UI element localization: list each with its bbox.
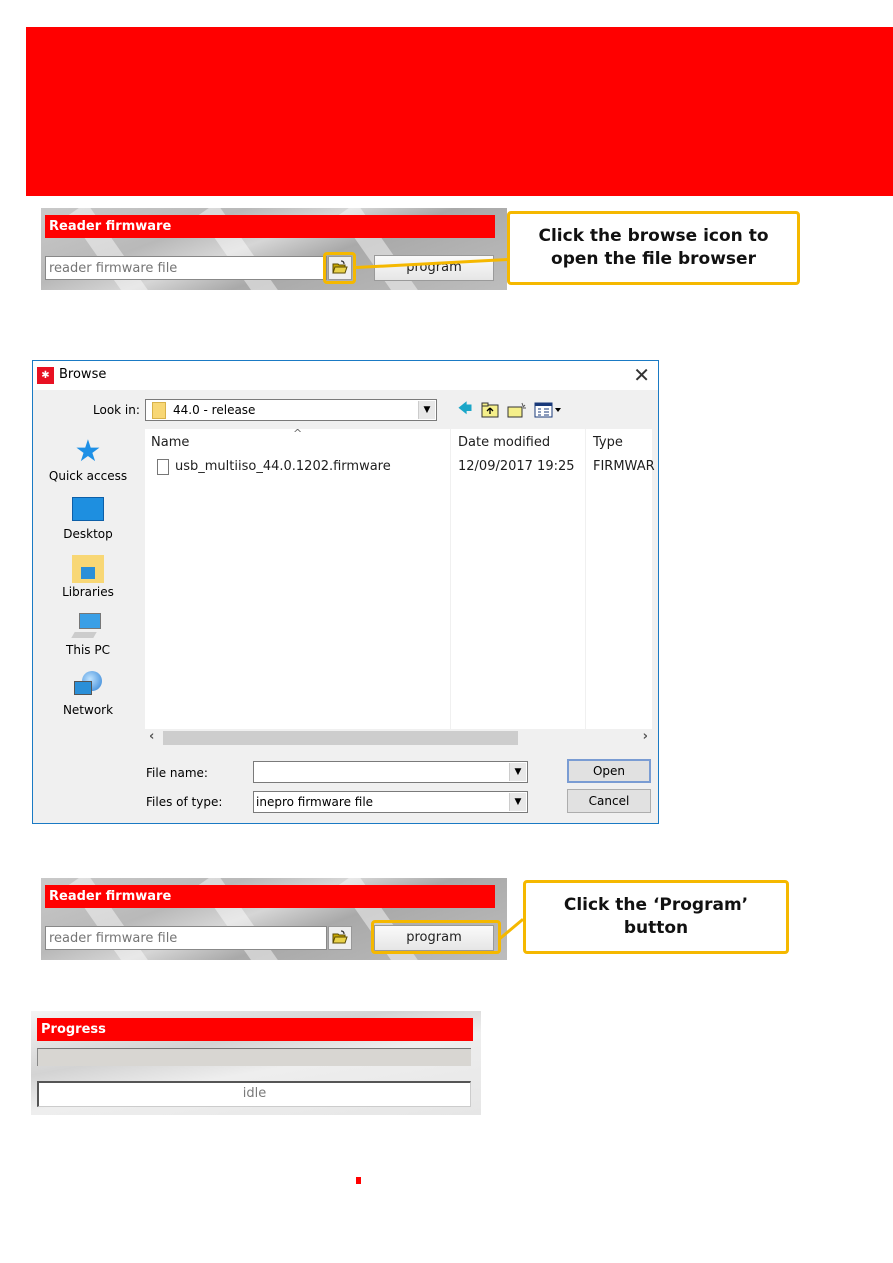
files-of-type-label: Files of type: bbox=[146, 795, 223, 809]
place-label: Network bbox=[62, 703, 114, 717]
place-network[interactable]: Network bbox=[33, 671, 143, 717]
file-name: usb_multiiso_44.0.1202.firmware bbox=[175, 459, 391, 474]
cancel-button[interactable]: Cancel bbox=[567, 789, 651, 813]
column-header-type[interactable]: Type bbox=[593, 435, 623, 450]
browse-dialog: ✱ Browse ✕ Look in: 44.0 - release ▼ 🡄 ★… bbox=[32, 360, 659, 824]
libraries-icon bbox=[72, 555, 104, 583]
file-list: ^ Name Date modified Type usb_multiiso_4… bbox=[145, 427, 655, 729]
callout-browse: Click the browse icon to open the file b… bbox=[507, 211, 800, 285]
column-header-name[interactable]: Name bbox=[151, 435, 189, 450]
callout-program: Click the ‘Program’ button bbox=[523, 880, 789, 954]
panel-title: Reader firmware bbox=[45, 215, 495, 238]
firmware-file-input[interactable] bbox=[45, 926, 327, 950]
sort-ascending-icon: ^ bbox=[293, 427, 303, 440]
place-this-pc[interactable]: This PC bbox=[33, 613, 143, 657]
place-label: Libraries bbox=[62, 585, 114, 599]
chevron-down-icon[interactable]: ▼ bbox=[509, 763, 526, 781]
progress-title: Progress bbox=[37, 1018, 473, 1041]
computer-icon bbox=[71, 613, 103, 641]
place-desktop[interactable]: Desktop bbox=[33, 497, 143, 541]
page-marker bbox=[356, 1177, 361, 1184]
look-in-label: Look in: bbox=[93, 403, 140, 417]
progress-status: idle bbox=[37, 1081, 471, 1107]
place-label: Quick access bbox=[48, 469, 128, 483]
scroll-left-icon[interactable]: ‹ bbox=[149, 729, 154, 744]
back-arrow-icon[interactable]: 🡄 bbox=[456, 401, 474, 419]
places-bar: ★ Quick access Desktop Libraries This PC bbox=[33, 431, 143, 731]
files-of-type-select[interactable]: inepro firmware file ▼ bbox=[253, 791, 528, 813]
star-icon: ★ bbox=[74, 434, 102, 469]
desktop-icon bbox=[72, 497, 104, 521]
folder-icon bbox=[152, 402, 166, 419]
progress-panel: Progress idle bbox=[31, 1011, 481, 1115]
callout-text-line1: Click the ‘Program’ bbox=[563, 895, 749, 915]
header-band bbox=[26, 27, 893, 196]
chevron-down-icon[interactable]: ▼ bbox=[509, 793, 526, 811]
column-header-date[interactable]: Date modified bbox=[458, 435, 550, 450]
place-libraries[interactable]: Libraries bbox=[33, 555, 143, 599]
open-button[interactable]: Open bbox=[567, 759, 651, 783]
dialog-titlebar: ✱ Browse ✕ bbox=[33, 361, 658, 390]
inepro-logo-icon: ✱ bbox=[37, 367, 54, 384]
browse-highlight bbox=[323, 252, 356, 284]
place-label: Desktop bbox=[63, 527, 113, 541]
reader-firmware-panel: Reader firmware program bbox=[41, 208, 507, 290]
new-folder-icon[interactable] bbox=[506, 401, 528, 419]
program-highlight bbox=[371, 920, 501, 954]
callout-text: Click the browse icon to open the file b… bbox=[538, 226, 769, 269]
scrollbar-thumb[interactable] bbox=[163, 731, 518, 745]
look-in-dropdown[interactable]: 44.0 - release ▼ bbox=[145, 399, 437, 421]
view-menu-icon[interactable] bbox=[533, 401, 563, 419]
network-icon bbox=[72, 671, 104, 701]
dialog-title: Browse bbox=[59, 367, 107, 382]
progress-bar bbox=[37, 1048, 471, 1066]
file-date: 12/09/2017 19:25 bbox=[458, 459, 575, 474]
chevron-down-icon[interactable]: ▼ bbox=[418, 401, 435, 419]
place-quick-access[interactable]: ★ Quick access bbox=[33, 434, 143, 484]
close-icon[interactable]: ✕ bbox=[633, 363, 650, 387]
open-folder-icon bbox=[332, 929, 348, 948]
panel-title: Reader firmware bbox=[45, 885, 495, 908]
callout-text-line2: button bbox=[623, 918, 689, 938]
browse-button[interactable] bbox=[328, 926, 352, 950]
firmware-file-input[interactable] bbox=[45, 256, 327, 280]
look-in-value: 44.0 - release bbox=[173, 403, 256, 417]
file-row[interactable]: usb_multiiso_44.0.1202.firmware 12/09/20… bbox=[145, 459, 655, 479]
up-folder-icon[interactable] bbox=[480, 401, 500, 419]
file-icon bbox=[157, 459, 169, 475]
file-name-input[interactable]: ▼ bbox=[253, 761, 528, 783]
place-label: This PC bbox=[66, 643, 110, 657]
file-type: FIRMWAR bbox=[593, 459, 655, 474]
horizontal-scrollbar[interactable]: ‹ › bbox=[145, 729, 652, 747]
scroll-right-icon[interactable]: › bbox=[643, 729, 648, 744]
files-of-type-value: inepro firmware file bbox=[256, 795, 374, 809]
file-name-label: File name: bbox=[146, 766, 208, 780]
